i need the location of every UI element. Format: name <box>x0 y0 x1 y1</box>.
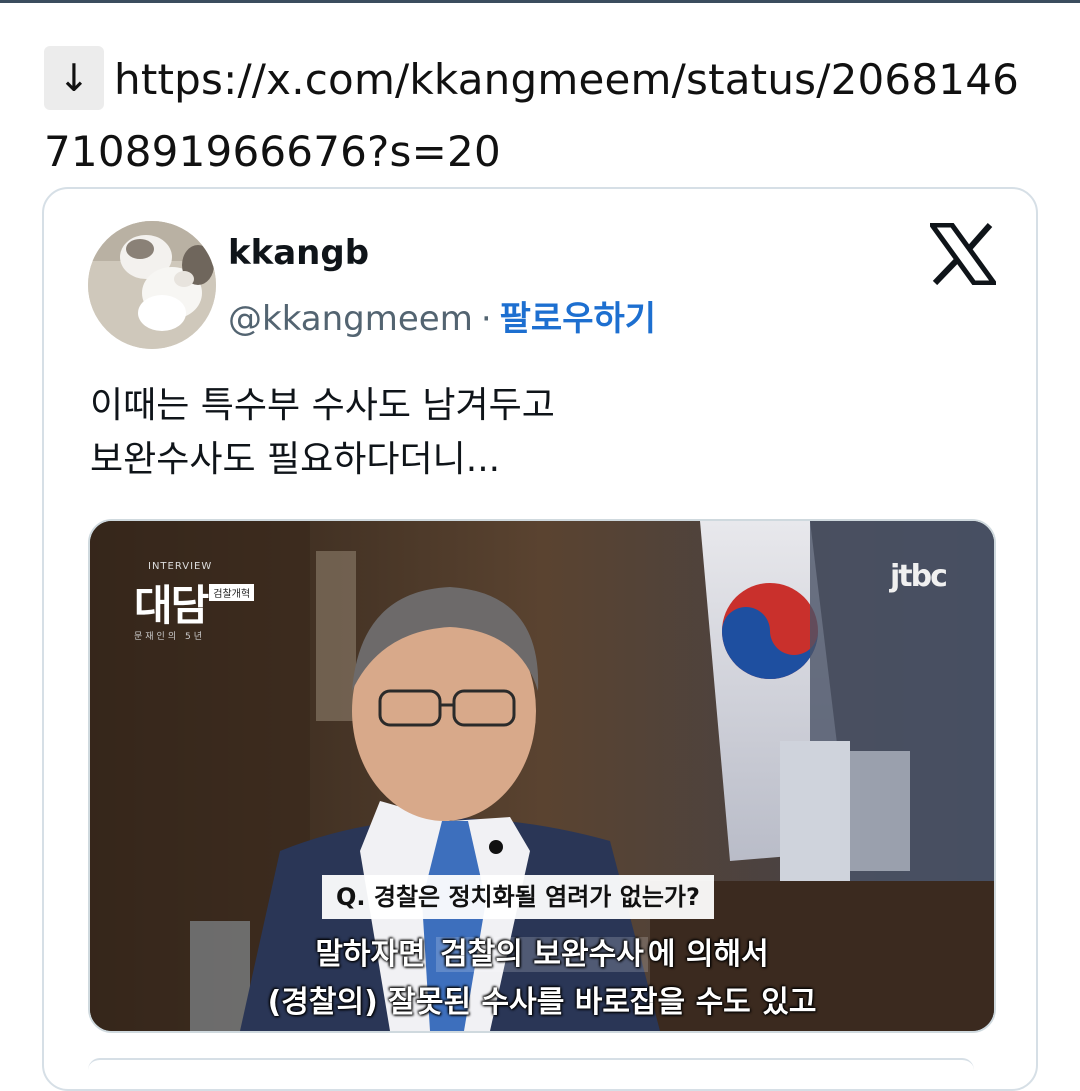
tweet-text-line-1: 이때는 특수부 수사도 남겨두고 <box>90 385 555 426</box>
link-url[interactable]: https://x.com/kkangmeem/status/206814671… <box>44 55 1019 176</box>
tweet-text: 이때는 특수부 수사도 남겨두고 보완수사도 필요하다더니... <box>90 379 555 487</box>
avatar[interactable] <box>88 221 216 349</box>
tweet-embed-card[interactable]: kkangb @kkangmeem · 팔로우하기 이때는 특수부 수사도 남겨두고… <box>42 187 1038 1091</box>
subtitle-line-1: 말하자면 검찰의 보완수사 에 의해서 <box>315 937 769 972</box>
tweet-text-line-2: 보완수사도 필요하다더니... <box>90 439 501 480</box>
broadcaster-logo: jtbc <box>890 559 948 594</box>
top-divider <box>0 0 1080 3</box>
show-logo: INTERVIEW 대담 검찰개혁 문재인의 5년 <box>134 561 255 642</box>
shared-link[interactable]: ↓ https://x.com/kkangmeem/status/20681467… <box>44 44 1044 188</box>
question-caption: Q. 경찰은 정치화될 염려가 없는가? <box>322 875 714 919</box>
subtitle-line-2: (경찰의) 잘못된 수사를 바로잡을 수도 있고 <box>267 985 817 1020</box>
display-name[interactable]: kkangb <box>228 233 369 273</box>
user-handle[interactable]: @kkangmeem <box>228 299 473 339</box>
separator-dot: · <box>480 299 492 339</box>
handle-row: @kkangmeem · 팔로우하기 <box>228 291 656 340</box>
next-card-edge <box>88 1058 974 1070</box>
x-logo-icon[interactable] <box>930 223 996 285</box>
down-arrow-icon: ↓ <box>44 46 104 110</box>
follow-button[interactable]: 팔로우하기 <box>500 299 656 339</box>
tweet-media-image[interactable]: INTERVIEW 대담 검찰개혁 문재인의 5년 jtbc Q. 경찰은 정치화… <box>88 519 996 1033</box>
